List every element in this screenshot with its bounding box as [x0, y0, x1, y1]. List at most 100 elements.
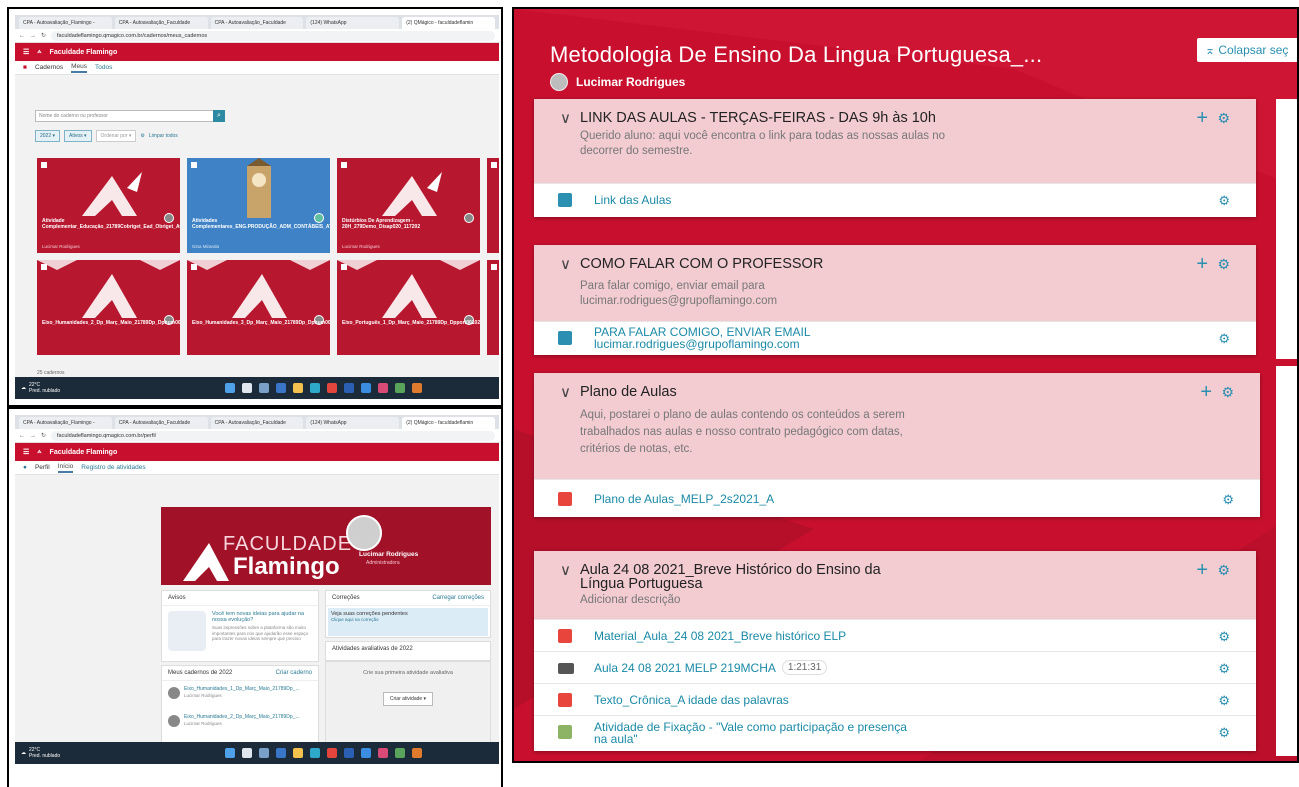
browser-tab-active[interactable]: (2) QMágico - faculdadeflamin — [402, 17, 495, 29]
add-icon[interactable]: + — [1196, 254, 1208, 274]
gear-icon[interactable]: ⚙ — [1218, 725, 1230, 741]
notebook-card[interactable]: Eixo_Humanidades_3_Dp_Març_Maio_21789Dp_… — [187, 260, 330, 355]
add-icon[interactable]: + — [1196, 108, 1208, 128]
gear-icon[interactable]: ⚙ — [1221, 384, 1234, 401]
section-header[interactable]: ∨ Aula 24 08 2021_Breve Histórico do Ens… — [534, 551, 1256, 619]
list-item[interactable]: Texto_Crônica_A idade das palavras ⚙ — [534, 683, 1256, 715]
app-icon[interactable] — [378, 383, 388, 393]
chevron-down-icon[interactable]: ∨ — [560, 109, 571, 127]
gear-icon[interactable]: ⚙ — [1217, 256, 1230, 273]
gear-icon[interactable]: ⚙ — [1218, 693, 1230, 709]
reload-icon[interactable]: ↻ — [41, 32, 46, 39]
search-icon[interactable] — [242, 383, 252, 393]
section-header[interactable]: ∨ LINK DAS AULAS - TERÇAS-FEIRAS - DAS 9… — [534, 99, 1256, 183]
select-checkbox[interactable] — [491, 264, 497, 270]
browser-tab[interactable]: CPA - Autoavaliação_Faculdade — [210, 17, 304, 29]
chevron-down-icon[interactable]: ∨ — [560, 383, 571, 401]
gear-icon[interactable]: ⚙ — [1218, 661, 1230, 677]
browser-tab[interactable]: CPA - Autoavaliação_Faculdade — [114, 417, 208, 429]
back-icon[interactable]: ← — [19, 433, 25, 439]
filter-year[interactable]: 2022 ▾ — [35, 130, 61, 142]
word-icon[interactable] — [344, 383, 354, 393]
collapse-sections-button[interactable]: ⌅ Colapsar seç — [1197, 38, 1297, 62]
sort-select[interactable]: Ordenar por ▾ — [95, 130, 137, 142]
gear-icon[interactable]: ⚙ — [1222, 492, 1234, 508]
add-icon[interactable]: + — [1200, 382, 1212, 402]
search-icon[interactable] — [242, 748, 252, 758]
browser-tab[interactable]: CPA - Autoavaliação_Flamingo - — [19, 417, 112, 429]
select-checkbox[interactable] — [491, 162, 497, 168]
taskview-icon[interactable] — [259, 383, 269, 393]
url-field[interactable]: faculdadeflamingo.qmagico.com.br/caderno… — [51, 30, 495, 41]
edge-icon[interactable] — [310, 383, 320, 393]
gear-icon[interactable]: ⚙ — [1218, 193, 1230, 209]
notebook-card-partial[interactable] — [487, 260, 499, 355]
forward-icon[interactable]: → — [30, 433, 36, 439]
create-activity-button[interactable]: Criar atividade ▾ — [382, 692, 434, 706]
chrome-icon[interactable] — [327, 748, 337, 758]
chevron-down-icon[interactable]: ∨ — [560, 561, 571, 579]
item-label[interactable]: Material_Aula_24 08 2021_Breve histórico… — [594, 629, 846, 643]
widgets-icon[interactable] — [276, 748, 286, 758]
item-label[interactable]: Link das Aulas — [594, 193, 671, 207]
item-label[interactable]: Plano de Aulas_MELP_2s2021_A — [594, 492, 774, 506]
reload-icon[interactable]: ↻ — [41, 432, 46, 439]
app-icon[interactable] — [412, 383, 422, 393]
search-input[interactable]: Nome do caderno ou professor — [35, 110, 215, 122]
notebook-card-partial[interactable] — [487, 158, 499, 253]
app-icon[interactable] — [395, 748, 405, 758]
list-item[interactable]: Material_Aula_24 08 2021_Breve histórico… — [534, 619, 1256, 651]
windows-start-icon[interactable] — [225, 748, 235, 758]
search-button[interactable]: ⌕ — [213, 110, 225, 122]
pending-corrections-link[interactable]: Clique aqui na correção — [331, 617, 485, 622]
list-item[interactable]: Eixo_Humanidades_2_Dp_Març_Maio_21789Dp_… — [162, 709, 318, 737]
filter-status[interactable]: Ativos ▾ — [64, 130, 92, 142]
item-label[interactable]: Texto_Crônica_A idade das palavras — [594, 693, 789, 707]
app-icon[interactable] — [378, 748, 388, 758]
app-icon[interactable] — [395, 383, 405, 393]
store-icon[interactable] — [361, 383, 371, 393]
browser-tab[interactable]: CPA - Autoavaliação_Faculdade — [210, 417, 304, 429]
widgets-icon[interactable] — [276, 383, 286, 393]
browser-tab[interactable]: CPA - Autoavaliação_Faculdade — [114, 17, 208, 29]
item-label[interactable]: Aula 24 08 2021 MELP 219MCHA — [594, 661, 776, 675]
gear-icon[interactable]: ⚙ — [1217, 110, 1230, 127]
edge-icon[interactable] — [310, 748, 320, 758]
gear-icon[interactable]: ⚙ — [140, 133, 144, 139]
windows-start-icon[interactable] — [225, 383, 235, 393]
create-notebook-link[interactable]: Criar caderno — [276, 670, 312, 676]
chevron-down-icon[interactable]: ∨ — [560, 255, 571, 273]
folder-icon[interactable] — [293, 748, 303, 758]
word-icon[interactable] — [344, 748, 354, 758]
notebook-card[interactable]: Atividades Complementares_ENG.PRODUÇÃO_A… — [187, 158, 330, 253]
app-icon[interactable] — [412, 748, 422, 758]
browser-tab-active[interactable]: (2) QMágico - faculdadeflamin — [402, 417, 495, 429]
notebook-name[interactable]: Eixo_Humanidades_2_Dp_Març_Maio_21789Dp_… — [184, 714, 300, 720]
avisos-headline[interactable]: Você tem novas ideias para ajudar na nos… — [212, 611, 314, 623]
browser-tab[interactable]: CPA - Autoavaliação_Flamingo - — [19, 17, 112, 29]
load-corrections-link[interactable]: Carregar correções — [432, 595, 484, 601]
notebook-name[interactable]: Eixo_Humanidades_1_Dp_Març_Maio_21789Dp_… — [184, 686, 300, 692]
clear-filters-link[interactable]: Limpar todos — [149, 133, 178, 139]
tab-registro[interactable]: Registro de atividades — [81, 464, 145, 471]
list-item[interactable]: Eixo_Humanidades_1_Dp_Març_Maio_21789Dp_… — [162, 681, 318, 709]
url-field[interactable]: faculdadeflamingo.qmagico.com.br/perfil — [51, 430, 495, 441]
browser-tab[interactable]: (124) WhatsApp — [306, 17, 400, 29]
menu-icon[interactable]: ☰ — [23, 48, 29, 56]
item-label[interactable]: Atividade de Fixação - "Vale como partic… — [594, 721, 914, 745]
chrome-icon[interactable] — [327, 383, 337, 393]
notebook-card[interactable]: Distúrbios De Aprendizagem - 20H_279Demo… — [337, 158, 480, 253]
store-icon[interactable] — [361, 748, 371, 758]
notebook-card[interactable]: Atividade Complementar_Educação_21789Cob… — [37, 158, 180, 253]
add-icon[interactable]: + — [1196, 560, 1208, 580]
list-item[interactable]: Atividade de Fixação - "Vale como partic… — [534, 715, 1256, 749]
forward-icon[interactable]: → — [30, 33, 36, 39]
list-item[interactable]: Link das Aulas ⚙ — [534, 183, 1256, 215]
list-item[interactable]: Aula 24 08 2021 MELP 219MCHA 1:21:31 ⚙ — [534, 651, 1256, 683]
notebook-card[interactable]: Eixo_Português_1_Dp_Març_Maio_21789Dp_Dp… — [337, 260, 480, 355]
list-item[interactable]: PARA FALAR COMIGO, ENVIAR EMAIL lucimar.… — [534, 321, 1256, 353]
section-header[interactable]: ∨ Plano de Aulas Aqui, postarei o plano … — [534, 373, 1260, 479]
browser-tab[interactable]: (124) WhatsApp — [306, 417, 400, 429]
menu-icon[interactable]: ☰ — [23, 448, 29, 456]
tab-meus[interactable]: Meus — [71, 63, 88, 73]
